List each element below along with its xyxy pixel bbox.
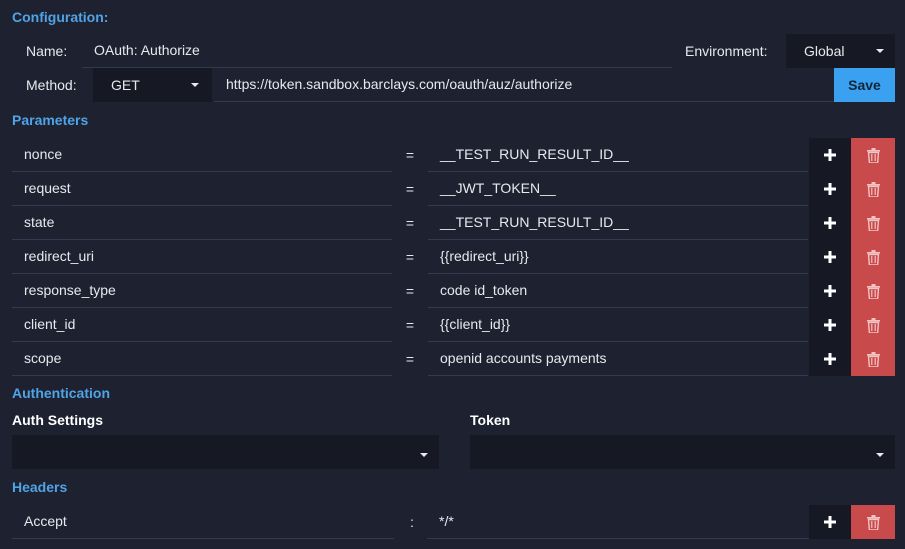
plus-icon [824,516,836,528]
trash-icon [866,249,880,265]
trash-icon [866,317,880,333]
delete-row-button[interactable] [851,274,895,308]
plus-icon [824,285,836,297]
headers-separator: : [410,514,414,530]
delete-row-button[interactable] [851,206,895,240]
add-row-button[interactable] [809,172,851,206]
headers-value-input[interactable]: */* [427,505,809,539]
trash-icon [866,283,880,299]
environment-value: Global [804,43,845,59]
plus-icon [824,353,836,365]
environment-select[interactable]: Global [786,34,895,68]
trash-icon [866,215,880,231]
parameters-separator: = [405,317,415,333]
plus-icon [824,251,836,263]
chevron-down-icon [191,83,199,87]
configuration-title: Configuration: [12,9,109,25]
parameters-key-input[interactable]: scope [12,342,392,376]
parameters-value-input[interactable]: {{client_id}} [428,308,808,342]
parameters-separator: = [405,215,415,231]
headers-key-input[interactable]: Accept [12,505,394,539]
add-row-button[interactable] [809,240,851,274]
parameters-separator: = [405,283,415,299]
add-row-button[interactable] [809,342,851,376]
parameters-value-input[interactable]: openid accounts payments [428,342,808,376]
parameters-key-input[interactable]: state [12,206,392,240]
environment-label: Environment: [685,43,768,59]
trash-icon [866,351,880,367]
auth-settings-label: Auth Settings [12,412,103,428]
headers-title: Headers [12,479,68,495]
plus-icon [824,217,836,229]
plus-icon [824,183,836,195]
save-button[interactable]: Save [834,68,895,102]
parameters-value-input[interactable]: __TEST_RUN_RESULT_ID__ [428,206,808,240]
name-input[interactable]: OAuth: Authorize [82,34,672,68]
delete-row-button[interactable] [851,342,895,376]
plus-icon [824,149,836,161]
chevron-down-icon [876,453,884,457]
parameters-separator: = [405,249,415,265]
parameters-key-input[interactable]: request [12,172,392,206]
parameters-value-input[interactable]: {{redirect_uri}} [428,240,808,274]
add-row-button[interactable] [809,505,851,539]
trash-icon [866,514,880,530]
parameters-key-input[interactable]: client_id [12,308,392,342]
token-select[interactable] [470,435,895,469]
add-row-button[interactable] [809,274,851,308]
url-input[interactable]: https://token.sandbox.barclays.com/oauth… [214,68,834,102]
chevron-down-icon [420,453,428,457]
token-label: Token [470,412,511,428]
delete-row-button[interactable] [851,172,895,206]
parameters-value-input[interactable]: __JWT_TOKEN__ [428,172,808,206]
delete-row-button[interactable] [851,240,895,274]
method-value: GET [111,77,140,93]
method-label: Method: [26,77,77,93]
delete-row-button[interactable] [851,138,895,172]
parameters-separator: = [405,181,415,197]
add-row-button[interactable] [809,138,851,172]
parameters-title: Parameters [12,112,89,128]
trash-icon [866,181,880,197]
name-label: Name: [26,43,68,59]
parameters-value-input[interactable]: code id_token [428,274,808,308]
parameters-value-input[interactable]: __TEST_RUN_RESULT_ID__ [428,138,808,172]
parameters-key-input[interactable]: nonce [12,138,392,172]
parameters-key-input[interactable]: redirect_uri [12,240,392,274]
plus-icon [824,319,836,331]
auth-settings-select[interactable] [12,435,439,469]
chevron-down-icon [876,49,884,53]
parameters-key-input[interactable]: response_type [12,274,392,308]
parameters-separator: = [405,147,415,163]
add-row-button[interactable] [809,308,851,342]
parameters-separator: = [405,351,415,367]
delete-row-button[interactable] [851,505,895,539]
method-select[interactable]: GET [93,68,212,102]
trash-icon [866,147,880,163]
add-row-button[interactable] [809,206,851,240]
authentication-title: Authentication [12,385,110,401]
delete-row-button[interactable] [851,308,895,342]
